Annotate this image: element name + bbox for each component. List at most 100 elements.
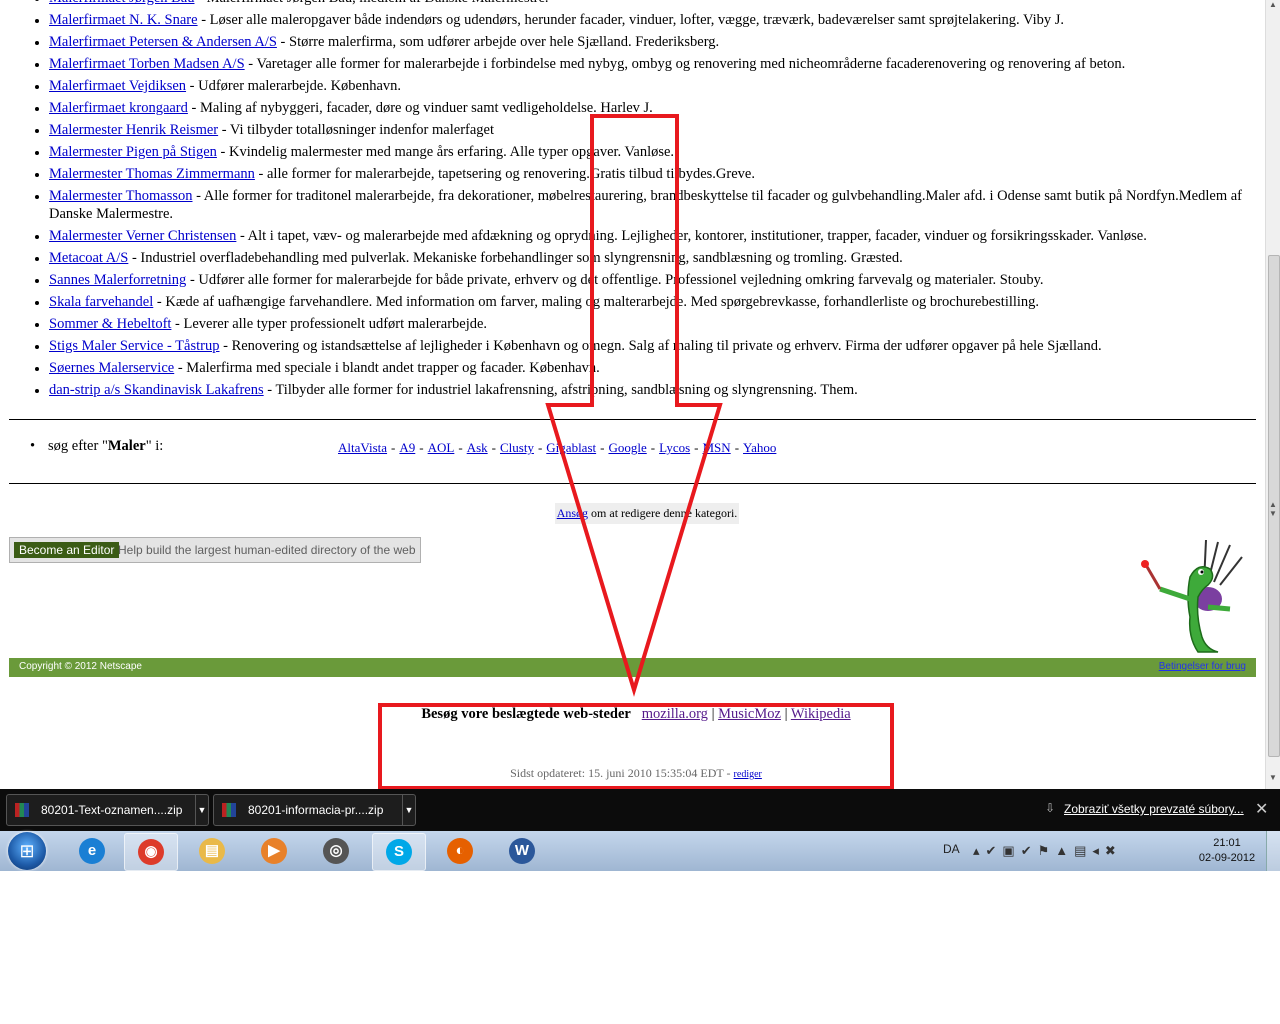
download-item[interactable]: 80201-informacia-pr....zip ▼ — [213, 794, 416, 826]
search-engine-links: AltaVista - A9- AOL - Ask - Clusty - Gigablast - Go… — [338, 440, 776, 456]
request-edit-link[interactable]: Ansøg — [557, 506, 588, 520]
sister-link-wikipedia[interactable]: Wikipedia — [791, 706, 851, 722]
listing-item: Malermester Thomas Zimmermann - alle for… — [49, 165, 1265, 183]
clock-time: 21:01 — [1213, 837, 1241, 849]
listing-description: - Vi tilbyder totalløsninger indenfor ma… — [218, 122, 494, 138]
listing-description: - Maling af nybyggeri, facader, døre og … — [187, 100, 653, 116]
divider — [9, 419, 1256, 420]
listing-description: - Varetager alle former for malerarbejde… — [244, 56, 1126, 72]
taskbar-app-button[interactable]: ◉ — [124, 833, 178, 871]
taskbar-app-button[interactable]: ◎ — [310, 833, 362, 869]
zip-file-icon — [222, 803, 236, 817]
firefox-icon: ◐ — [447, 838, 473, 864]
search-engine-link-lycos[interactable]: Lycos — [659, 440, 690, 455]
taskbar-app-button[interactable]: S — [372, 833, 426, 871]
listing-link[interactable]: dan-strip a/s Skandinavisk Lakafrens — [49, 382, 264, 398]
listing-link[interactable]: Malerfirmaet Vejdiksen — [49, 78, 186, 94]
search-elsewhere-row: • søg efter "Maler" i: AltaVista - A9- AOL -… — [30, 438, 1260, 460]
listing-link[interactable]: Søernes Malerservice — [49, 360, 174, 376]
download-filename: 80201-Text-oznamen....zip — [41, 803, 183, 817]
separator: - — [600, 440, 605, 455]
listing-link[interactable]: Skala farvehandel — [49, 294, 153, 310]
listing-description: - Alle former for traditonel malerarbejd… — [49, 188, 1242, 222]
zip-file-icon — [15, 803, 29, 817]
search-engine-link-gigablast[interactable]: Gigablast — [546, 440, 596, 455]
search-engine-link-a9[interactable]: A9 — [399, 440, 415, 455]
listing-link[interactable]: Stigs Maler Service - Tåstrup — [49, 338, 219, 354]
chevron-down-icon[interactable]: ▼ — [195, 795, 208, 825]
listing-link[interactable]: Metacoat A/S — [49, 250, 128, 266]
listing-link[interactable]: Malermester Thomasson — [49, 188, 193, 204]
listing-description: - Kæde af uafhængige farvehandlere. Med … — [153, 294, 1040, 310]
listing-item: Malerfirmaet Torben Madsen A/S - Varetag… — [49, 55, 1265, 73]
close-icon[interactable]: ✕ — [1255, 799, 1268, 819]
listing-description: - Kvindelig malermester med mange års er… — [216, 144, 675, 160]
terms-link[interactable]: Betingelser for brug — [1159, 661, 1246, 672]
start-button[interactable]: ⊞ — [8, 832, 46, 870]
listing-link[interactable]: Malerfirmaet krongaard — [49, 100, 188, 116]
scroll-down-arrow-icon[interactable]: ▼ — [1269, 773, 1277, 782]
request-edit-box: Ansøg om at redigere denne kategori. — [555, 503, 739, 524]
listing-description: - Industriel overfladebehandling med pul… — [128, 250, 903, 266]
listing-description: - Leverer alle typer professionelt udfør… — [171, 316, 488, 332]
word-icon: W — [509, 838, 535, 864]
listing-link[interactable]: Sommer & Hebeltoft — [49, 316, 171, 332]
show-desktop-button[interactable] — [1266, 831, 1280, 871]
listing-link[interactable]: Malermester Verner Christensen — [49, 228, 236, 244]
separator: | — [784, 706, 788, 722]
separator: - — [537, 440, 543, 455]
vertical-scrollbar[interactable]: ▲ ▲ ▼ ▼ — [1265, 0, 1280, 789]
search-label: søg efter "Maler" i: — [48, 438, 164, 454]
listing-item: Sommer & Hebeltoft - Leverer alle typer … — [49, 315, 1265, 333]
skype-icon: S — [386, 839, 412, 865]
scroll-up-arrow-icon[interactable]: ▲ — [1269, 0, 1277, 9]
listing-link[interactable]: Sannes Malerforretning — [49, 272, 186, 288]
search-engine-link-aol[interactable]: AOL — [428, 440, 455, 455]
search-engine-link-yahoo[interactable]: Yahoo — [743, 440, 776, 455]
browser-page: Malerfirmaet Jørgen Bau - Malerfirmaet J… — [0, 0, 1265, 789]
listing-link[interactable]: Malermester Henrik Reismer — [49, 122, 218, 138]
listing-link[interactable]: Malerfirmaet N. K. Snare — [49, 12, 198, 28]
listing-link[interactable]: Malerfirmaet Petersen & Andersen A/S — [49, 34, 277, 50]
taskbar-app-button[interactable]: e — [66, 833, 118, 869]
search-engine-link-altavista[interactable]: AltaVista — [338, 440, 387, 455]
separator: | — [711, 706, 715, 722]
listing-description: - Løser alle maleropgaver både indendørs… — [197, 12, 1065, 28]
separator: - — [491, 440, 496, 455]
search-engine-link-msn[interactable]: MSN — [703, 440, 731, 455]
listing-description: - alle former for malerarbejde, tapetser… — [254, 166, 755, 182]
separator: - — [458, 440, 463, 455]
language-indicator[interactable]: DA — [943, 842, 960, 856]
listing-link[interactable]: Malerfirmaet Jørgen Bau — [49, 0, 195, 6]
show-all-downloads-link[interactable]: Zobraziť všetky prevzaté súbory... — [1064, 802, 1244, 816]
taskbar-app-button[interactable]: ▶ — [248, 833, 300, 869]
listing-link[interactable]: Malermester Thomas Zimmermann — [49, 166, 255, 182]
clock[interactable]: 21:01 02-09-2012 — [1192, 836, 1262, 866]
chrome-icon: ◉ — [138, 839, 164, 865]
tray-icons[interactable]: ▴✔▣✔⚑▲▤◂✖ — [973, 843, 1122, 859]
download-shelf: 80201-Text-oznamen....zip ▼ 80201-inform… — [0, 789, 1280, 831]
listing-description: - Alt i tapet, væv- og malerarbejde med … — [236, 228, 1147, 244]
become-editor-banner[interactable]: Become an Editor Help build the largest … — [9, 537, 421, 563]
listing-item: Malermester Thomasson - Alle former for … — [49, 187, 1265, 223]
editor-tagline: Help build the largest human-edited dire… — [118, 543, 416, 557]
taskbar-app-button[interactable]: W — [496, 833, 548, 869]
search-engine-link-clusty[interactable]: Clusty — [500, 440, 534, 455]
chevron-down-icon[interactable]: ▼ — [402, 795, 415, 825]
download-item[interactable]: 80201-Text-oznamen....zip ▼ — [6, 794, 209, 826]
taskbar-app-button[interactable]: ◐ — [434, 833, 486, 869]
divider — [9, 483, 1256, 484]
listing-description: - Udfører alle former for malerarbejde f… — [186, 272, 1044, 288]
edit-link[interactable]: rediger — [734, 769, 762, 780]
listing-link[interactable]: Malermester Pigen på Stigen — [49, 144, 217, 160]
last-updated: Sidst opdateret: 15. juni 2010 15:35:04 … — [510, 766, 762, 780]
search-engine-link-google[interactable]: Google — [608, 440, 646, 455]
taskbar-app-button[interactable]: ▤ — [186, 833, 238, 869]
sister-link-musicmoz[interactable]: MusicMoz — [718, 706, 781, 722]
search-engine-link-ask[interactable]: Ask — [467, 440, 488, 455]
listing-link[interactable]: Malerfirmaet Torben Madsen A/S — [49, 56, 245, 72]
sister-link-mozilla[interactable]: mozilla.org — [642, 706, 708, 722]
separator: - — [694, 440, 699, 455]
listing-item: Malermester Verner Christensen - Alt i t… — [49, 227, 1265, 245]
become-editor-button[interactable]: Become an Editor — [14, 542, 120, 558]
